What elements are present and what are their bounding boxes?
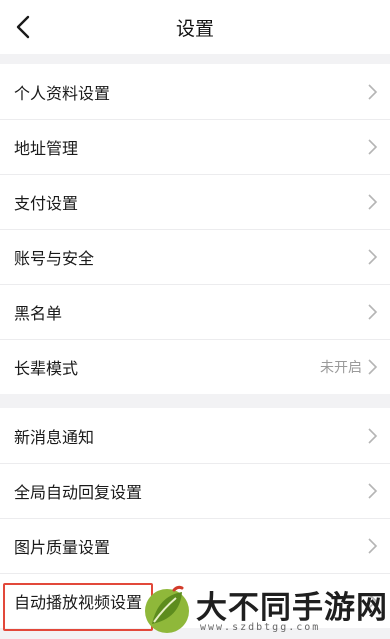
row-label: 账号与安全 <box>14 248 95 268</box>
settings-row-blacklist[interactable]: 黑名单 <box>0 284 390 339</box>
row-label: 支付设置 <box>14 193 79 213</box>
settings-row-auto-reply[interactable]: 全局自动回复设置 <box>0 463 390 518</box>
chevron-right-icon <box>368 358 378 375</box>
chevron-right-icon <box>368 482 378 499</box>
chevron-right-icon <box>368 248 378 265</box>
chevron-right-icon <box>368 592 378 609</box>
settings-row-elder-mode[interactable]: 长辈模式 未开启 <box>0 339 390 394</box>
chevron-right-icon <box>368 138 378 155</box>
back-arrow-icon[interactable] <box>10 13 38 41</box>
settings-row-payment[interactable]: 支付设置 <box>0 174 390 229</box>
row-label: 个人资料设置 <box>14 83 111 103</box>
settings-row-notifications[interactable]: 新消息通知 <box>0 408 390 463</box>
row-label: 新消息通知 <box>14 427 95 447</box>
chevron-right-icon <box>368 537 378 554</box>
row-label: 黑名单 <box>14 303 63 323</box>
settings-row-autoplay-video[interactable]: 自动播放视频设置 <box>0 573 390 628</box>
chevron-right-icon <box>368 303 378 320</box>
settings-group-account: 个人资料设置 地址管理 支付设置 账号与安全 黑名单 长辈模式 未开启 <box>0 64 390 394</box>
settings-group-general: 新消息通知 全局自动回复设置 图片质量设置 自动播放视频设置 <box>0 408 390 628</box>
page-title: 设置 <box>175 17 214 40</box>
row-label: 自动播放视频设置 <box>14 592 143 612</box>
settings-row-address[interactable]: 地址管理 <box>0 119 390 174</box>
top-nav-bar: 设置 <box>0 0 390 54</box>
settings-row-account-security[interactable]: 账号与安全 <box>0 229 390 284</box>
chevron-right-icon <box>368 427 378 444</box>
chevron-right-icon <box>368 83 378 100</box>
chevron-right-icon <box>368 193 378 210</box>
settings-row-image-quality[interactable]: 图片质量设置 <box>0 518 390 573</box>
settings-row-profile[interactable]: 个人资料设置 <box>0 64 390 119</box>
elder-mode-status: 未开启 <box>320 359 362 376</box>
row-label: 全局自动回复设置 <box>14 482 143 502</box>
row-label: 地址管理 <box>14 138 79 158</box>
row-label: 长辈模式 <box>14 358 79 378</box>
row-label: 图片质量设置 <box>14 537 111 557</box>
